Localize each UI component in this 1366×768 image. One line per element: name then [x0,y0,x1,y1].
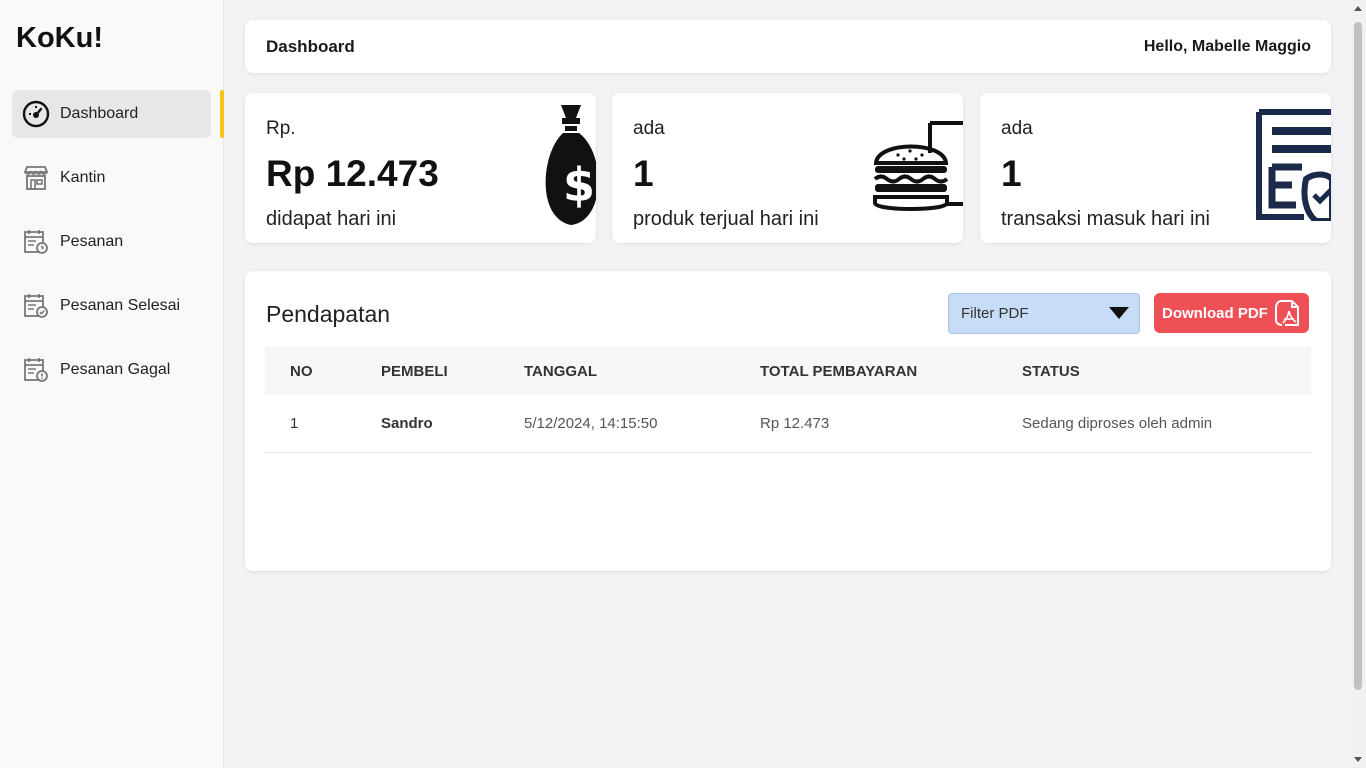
download-pdf-button[interactable]: Download PDF [1154,293,1309,333]
stat-value: 1 [633,153,654,194]
cell-status: Sedang diproses oleh admin [1022,414,1213,432]
filter-pdf-select[interactable]: Filter PDF [948,293,1140,334]
vertical-scrollbar[interactable] [1351,0,1366,768]
stat-card-income: Rp. Rp 12.473 didapat hari ini $ [245,93,596,243]
scrollbar-thumb[interactable] [1354,22,1362,690]
sidebar-item-label: Pesanan [60,233,124,250]
page-title: Dashboard [266,36,355,56]
store-icon [22,164,50,192]
income-table: NO PEMBELI TANGGAL TOTAL PEMBAYARAN STAT… [265,347,1311,453]
column-header-total: TOTAL PEMBAYARAN [760,362,918,380]
table-header-row: NO PEMBELI TANGGAL TOTAL PEMBAYARAN STAT… [265,347,1311,395]
speedometer-icon [22,100,50,128]
sidebar-item-label: Pesanan Selesai [60,297,181,314]
sidebar-item-pesanan[interactable]: Pesanan [12,218,211,266]
column-header-buyer: PEMBELI [381,362,448,380]
stat-description: didapat hari ini [266,208,397,230]
column-header-no: NO [290,362,313,380]
stat-description: transaksi masuk hari ini [1001,208,1210,230]
user-greeting: Hello, Mabelle Maggio [1143,37,1311,55]
cell-date: 5/12/2024, 14:15:50 [524,414,658,432]
stat-value: Rp 12.473 [266,153,439,194]
sidebar-item-pesanan-selesai[interactable]: Pesanan Selesai [12,282,211,330]
filter-selected-value: Filter PDF [961,305,1029,322]
calendar-alert-icon [22,356,50,384]
income-panel: Pendapatan Filter PDF Download PDF NO PE… [245,271,1331,571]
cell-buyer: Sandro [381,414,433,432]
app-logo: KoKu! [16,22,103,54]
table-row[interactable]: 1 Sandro 5/12/2024, 14:15:50 Rp 12.473 S… [265,395,1311,452]
stat-value: 1 [1001,153,1022,194]
svg-text:$: $ [563,158,595,212]
scroll-up-icon[interactable] [1354,6,1362,11]
download-pdf-label: Download PDF [1162,304,1268,322]
sidebar-item-kantin[interactable]: Kantin [12,154,211,202]
cell-total: Rp 12.473 [760,414,830,432]
stat-card-products: ada 1 produk terjual hari ini [612,93,963,243]
money-bag-icon: $ [545,105,596,225]
stat-description: produk terjual hari ini [633,208,819,230]
burger-drink-icon [873,121,963,211]
cell-no: 1 [290,414,299,432]
sidebar-nav: Dashboard Kantin Pesanan Pesanan Selesai… [12,90,224,410]
stat-prefix: ada [633,118,665,139]
calendar-check-icon [22,292,50,320]
stat-prefix: Rp. [266,118,296,139]
sidebar: KoKu! Dashboard Kantin Pesanan Pesanan S… [0,0,224,768]
sidebar-item-dashboard[interactable]: Dashboard [12,90,224,138]
sidebar-item-label: Dashboard [60,105,139,122]
column-header-status: STATUS [1022,362,1080,380]
receipt-icon [1256,109,1331,221]
sidebar-item-pesanan-gagal[interactable]: Pesanan Gagal [12,346,211,394]
pdf-file-icon [1275,300,1299,326]
sidebar-item-label: Kantin [60,169,106,186]
income-title: Pendapatan [266,301,391,327]
scroll-down-icon[interactable] [1354,757,1362,762]
calendar-clock-icon [22,228,50,256]
stat-card-transactions: ada 1 transaksi masuk hari ini [980,93,1331,243]
top-header: Dashboard Hello, Mabelle Maggio [245,20,1331,73]
column-header-date: TANGGAL [524,362,598,380]
sidebar-item-label: Pesanan Gagal [60,361,171,378]
stat-prefix: ada [1001,118,1033,139]
caret-down-icon [1109,307,1129,319]
